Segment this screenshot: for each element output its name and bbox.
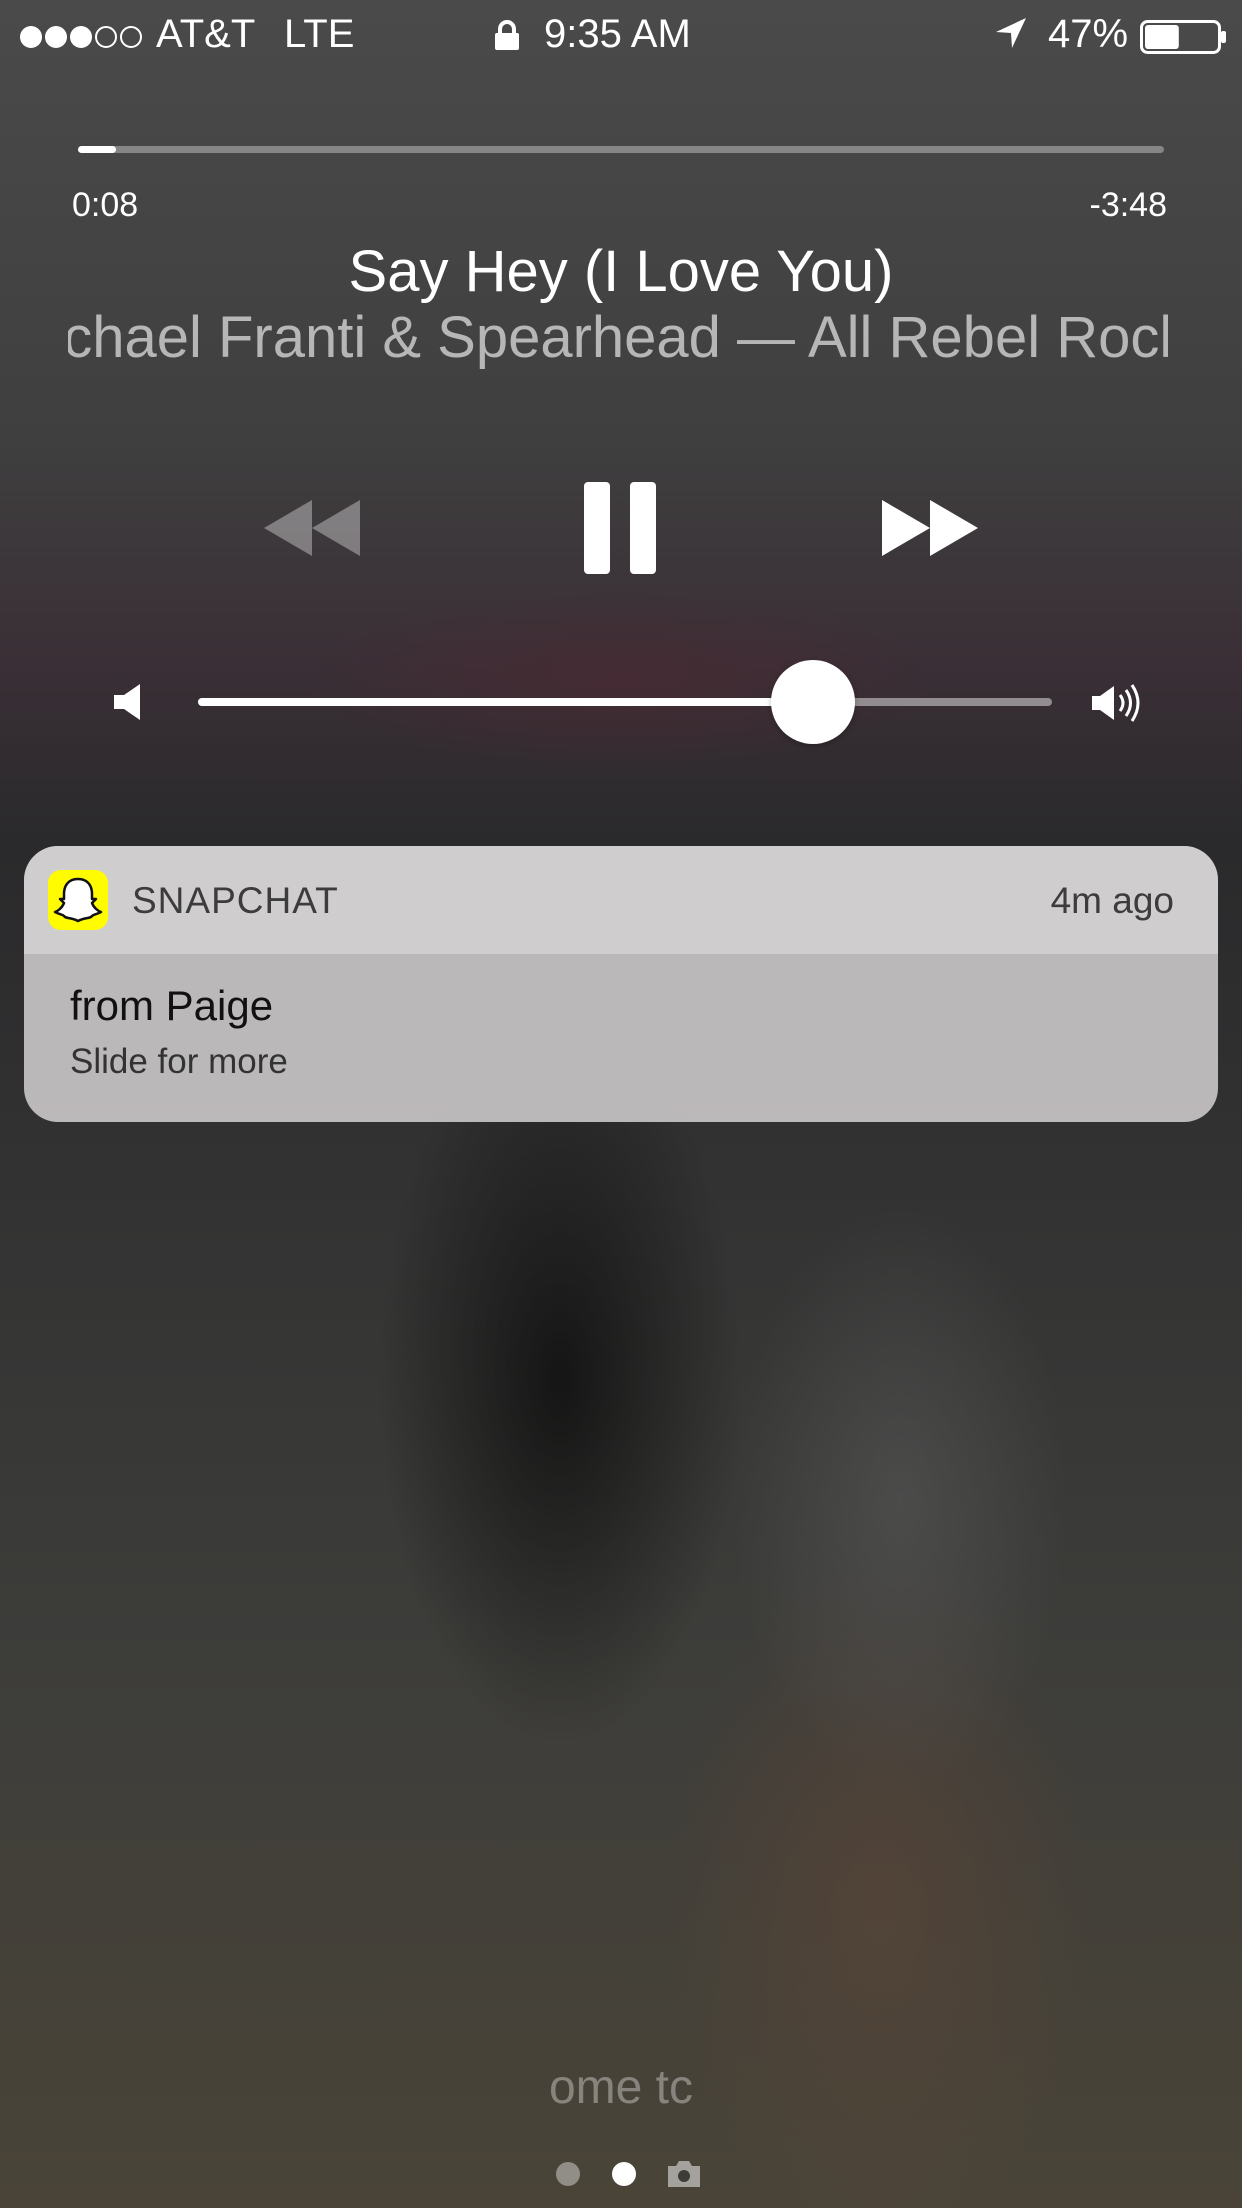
battery-percentage: 47% <box>1048 12 1129 56</box>
location-arrow-icon <box>996 18 1026 48</box>
volume-level <box>198 698 813 706</box>
speaker-high-icon <box>1092 684 1140 722</box>
page-dot-current <box>612 2162 636 2186</box>
status-bar: AT&T LTE 9:35 AM 47% <box>0 0 1242 72</box>
playback-scrubber[interactable] <box>78 146 1164 153</box>
notification-title: from Paige <box>70 982 274 1029</box>
page-dot <box>556 2162 580 2186</box>
signal-strength-icon <box>20 26 142 48</box>
elapsed-time: 0:08 <box>72 186 139 224</box>
pause-icon <box>584 482 656 574</box>
fast-forward-icon <box>882 500 978 556</box>
unlock-hint: ome tc <box>548 2061 694 2114</box>
lock-icon <box>495 20 519 50</box>
battery-icon <box>1140 20 1226 54</box>
page-indicator <box>556 2160 702 2188</box>
network-type: LTE <box>284 12 355 56</box>
notification-app-name: SNAPCHAT <box>132 880 339 921</box>
playback-progress <box>78 146 116 153</box>
notification-time: 4m ago <box>1050 880 1174 921</box>
volume-thumb[interactable] <box>770 660 855 744</box>
pause-button[interactable] <box>582 480 658 576</box>
notification-body: Slide for more <box>70 1042 288 1081</box>
artist-album: Michael Franti & Spearhead — All Rebel R… <box>68 305 1168 370</box>
camera-icon[interactable] <box>666 2160 702 2188</box>
notification-header: SNAPCHAT 4m ago <box>24 846 1218 954</box>
rewind-icon <box>264 500 360 556</box>
notification-card[interactable]: SNAPCHAT 4m ago from Paige Slide for mor… <box>24 846 1218 1122</box>
speaker-low-icon <box>114 684 140 720</box>
status-time: 9:35 AM <box>544 12 691 56</box>
volume-slider[interactable] <box>198 660 1052 744</box>
snapchat-ghost-icon <box>48 870 108 930</box>
song-title: Say Hey (I Love You) <box>348 239 894 304</box>
artist-album-marquee: Michael Franti & Spearhead — All Rebel R… <box>68 304 1168 384</box>
carrier-name: AT&T <box>156 12 256 56</box>
next-track-button[interactable] <box>880 496 980 560</box>
previous-track-button[interactable] <box>262 496 362 560</box>
remaining-time: -3:48 <box>1089 186 1168 224</box>
